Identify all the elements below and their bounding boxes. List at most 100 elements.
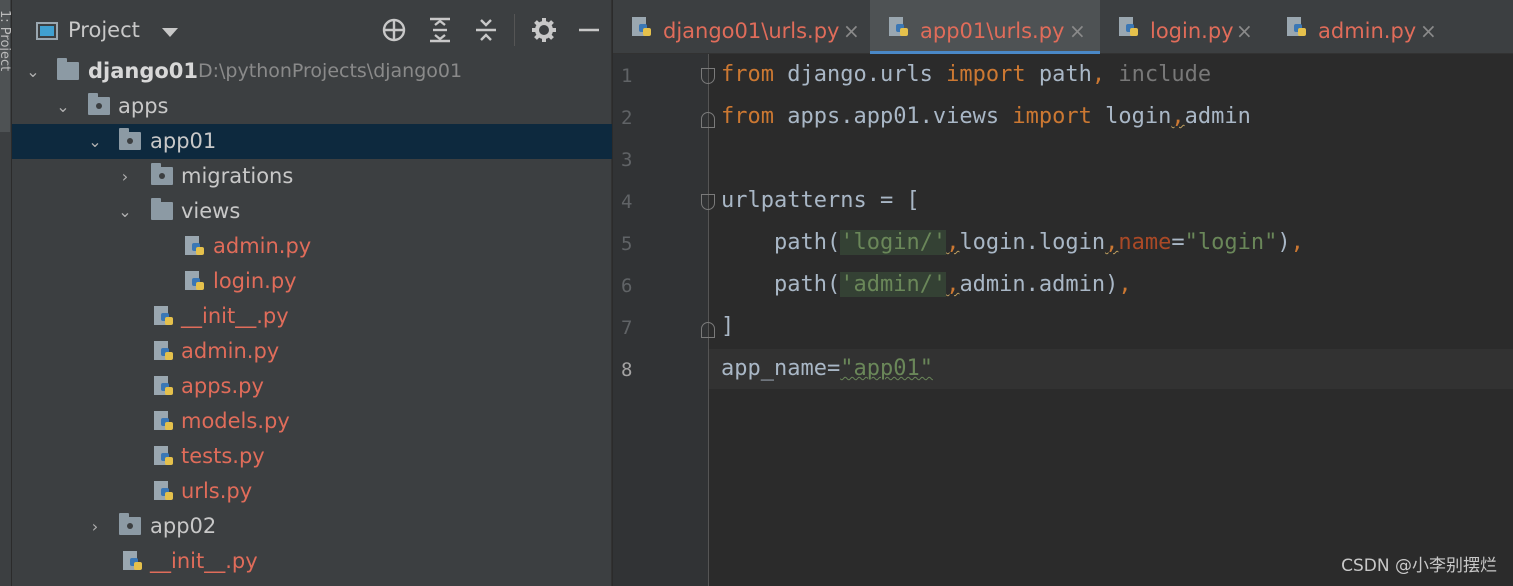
tree-row-admin-py[interactable]: admin.py [12, 334, 612, 369]
tab-login-py[interactable]: login.py × [1100, 0, 1268, 54]
python-file-icon [184, 235, 208, 259]
code-token: ) [1277, 230, 1291, 255]
tree-row-init-py[interactable]: __init__.py [12, 299, 612, 334]
tree-row-apps-py[interactable]: apps.py [12, 369, 612, 404]
project-tree: ⌄ django01 D:\pythonProjects\django01 ⌄ … [12, 54, 612, 579]
close-icon[interactable]: × [1236, 0, 1253, 62]
minimize-icon[interactable] [576, 17, 602, 43]
line-number: 3 [621, 149, 633, 171]
python-file-icon [888, 16, 912, 40]
tree-row-migrations[interactable]: › migrations [12, 159, 612, 194]
code-token: apps.app01.views [773, 104, 1013, 129]
python-file-icon [122, 550, 146, 574]
tree-row-views-login-py[interactable]: login.py [12, 264, 612, 299]
tab-django01-urls[interactable]: django01\urls.py × [613, 0, 870, 54]
tree-label: __init__.py [181, 304, 289, 328]
code-token-warning: , [1105, 230, 1119, 255]
line-number: 1 [621, 65, 633, 87]
code-token: path [1025, 62, 1092, 87]
tree-row-apps[interactable]: ⌄ apps [12, 89, 612, 124]
tree-row-urls-py[interactable]: urls.py [12, 474, 612, 509]
tree-label: login.py [213, 269, 297, 293]
tab-app01-urls[interactable]: app01\urls.py × [870, 0, 1100, 54]
tree-label: admin.py [213, 234, 312, 258]
line-number-current: 8 [621, 359, 633, 381]
line-number: 7 [621, 317, 633, 339]
code-token: admin [1184, 104, 1251, 129]
python-file-icon [153, 375, 177, 399]
tree-label: urls.py [181, 479, 253, 503]
code-token-string: "login" [1184, 230, 1278, 255]
chevron-right-icon[interactable]: › [84, 509, 106, 544]
code-token-warning: , [946, 272, 960, 297]
toolbar-separator [514, 14, 515, 46]
line-number-gutter: 1 2 3 4 5 6 7 8 [613, 54, 708, 586]
code-token-string: 'admin/' [840, 272, 947, 297]
fold-icon[interactable] [701, 112, 715, 128]
package-folder-icon [119, 513, 141, 535]
fold-icon[interactable] [701, 194, 715, 210]
python-file-icon [153, 410, 177, 434]
code-editor[interactable]: from django.urls import path, include fr… [721, 54, 1304, 432]
project-tool-window-label[interactable]: 1: Project [0, 10, 12, 250]
collapse-all-icon[interactable] [473, 17, 499, 43]
tree-row-tests-py[interactable]: tests.py [12, 439, 612, 474]
tree-row-app02[interactable]: › app02 [12, 509, 612, 544]
code-token: from [721, 104, 774, 129]
gear-icon[interactable] [531, 17, 557, 43]
line-number: 4 [621, 191, 633, 213]
tree-row-views[interactable]: ⌄ views [12, 194, 612, 229]
code-line-2: from apps.app01.views import login,admin [721, 96, 1251, 138]
code-line-6: path('admin/',admin.admin), [721, 264, 1132, 306]
chevron-down-icon[interactable]: ⌄ [114, 194, 136, 229]
code-token-param: name [1118, 230, 1172, 255]
expand-all-icon[interactable] [427, 17, 453, 43]
chevron-down-icon[interactable]: ⌄ [52, 89, 74, 124]
tab-label: app01\urls.py [920, 19, 1065, 43]
code-token: = [1171, 230, 1185, 255]
python-file-icon [1286, 16, 1310, 40]
python-file-icon [153, 480, 177, 504]
tab-label: admin.py [1318, 19, 1417, 43]
tree-row-app01[interactable]: ⌄ app01 [12, 124, 612, 159]
editor-tab-bar: django01\urls.py × app01\urls.py × login… [613, 0, 1513, 54]
chevron-down-icon[interactable]: ⌄ [22, 54, 44, 89]
code-token: ] [721, 314, 735, 339]
code-token: path( [721, 272, 841, 297]
python-file-icon [184, 270, 208, 294]
tree-row-apps-init-py[interactable]: __init__.py [12, 544, 612, 579]
python-file-icon [1118, 16, 1142, 40]
fold-icon[interactable] [701, 68, 715, 84]
code-token-string: "app01" [840, 356, 933, 381]
package-folder-icon [151, 163, 173, 185]
close-icon[interactable]: × [1069, 0, 1086, 62]
fold-icon[interactable] [701, 322, 715, 338]
python-file-icon [153, 340, 177, 364]
code-token-warning: , [1171, 104, 1185, 129]
project-view-title[interactable]: Project [68, 18, 140, 42]
code-token: , [1290, 230, 1304, 255]
view-dropdown-chevron-icon[interactable] [162, 28, 178, 37]
tree-row-models-py[interactable]: models.py [12, 404, 612, 439]
code-token: import [946, 62, 1026, 87]
code-token: from [721, 62, 774, 87]
editor-area: django01\urls.py × app01\urls.py × login… [613, 0, 1513, 586]
tree-label: admin.py [181, 339, 280, 363]
code-token: app_name= [721, 356, 841, 381]
close-icon[interactable]: × [843, 0, 860, 62]
project-path: D:\pythonProjects\django01 [198, 60, 463, 82]
close-icon[interactable]: × [1420, 0, 1437, 62]
locate-icon[interactable] [381, 17, 407, 43]
code-line-4: urlpatterns = [ [721, 180, 920, 222]
tree-row-django01[interactable]: ⌄ django01 D:\pythonProjects\django01 [12, 54, 612, 89]
gutter-divider [708, 54, 709, 586]
python-file-icon [153, 305, 177, 329]
code-token-unused: include [1105, 62, 1212, 87]
line-number: 6 [621, 275, 633, 297]
tool-window-stripe: 1: Project [0, 0, 12, 586]
chevron-right-icon[interactable]: › [114, 159, 136, 194]
tree-row-views-admin-py[interactable]: admin.py [12, 229, 612, 264]
tab-admin-py[interactable]: admin.py × [1268, 0, 1448, 54]
project-panel: Project ⌄ django01 D:\pythonProjects\dja… [12, 0, 612, 586]
chevron-down-icon[interactable]: ⌄ [84, 124, 106, 159]
